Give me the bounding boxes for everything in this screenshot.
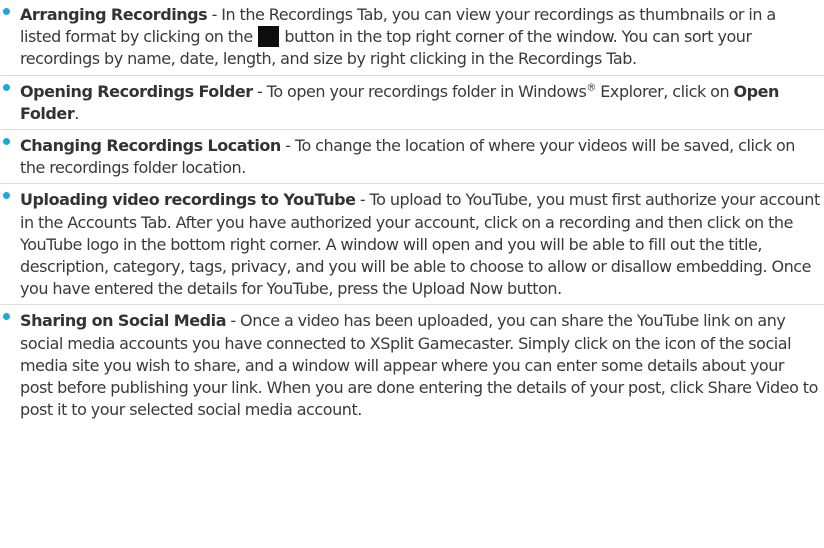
bullet-icon bbox=[3, 83, 10, 91]
view-toggle-icon bbox=[258, 26, 280, 48]
list-item-uploading-to-youtube: Uploading video recordings to YouTube - … bbox=[0, 184, 824, 306]
item-title: Uploading video recordings to YouTube bbox=[20, 190, 356, 210]
feature-bullet-list: Arranging Recordings - In the Recordings… bbox=[0, 0, 824, 425]
item-text: - To open your recordings folder in Wind… bbox=[252, 81, 587, 101]
document-page: Arranging Recordings - In the Recordings… bbox=[0, 0, 824, 425]
item-text: . bbox=[74, 103, 79, 123]
list-item-sharing-on-social-media: Sharing on Social Media - Once a video h… bbox=[0, 305, 824, 425]
bullet-icon bbox=[3, 192, 10, 200]
bullet-icon bbox=[3, 8, 10, 15]
list-item-opening-recordings-folder: Opening Recordings Folder - To open your… bbox=[0, 76, 824, 131]
list-item-changing-recordings-location: Changing Recordings Location - To change… bbox=[0, 130, 824, 185]
item-text: Explorer, click on bbox=[595, 81, 734, 101]
item-title: Sharing on Social Media bbox=[20, 311, 227, 331]
bullet-icon bbox=[3, 313, 10, 321]
item-title: Opening Recordings Folder bbox=[20, 81, 253, 101]
item-title: Changing Recordings Location bbox=[20, 136, 281, 156]
bullet-icon bbox=[3, 138, 10, 146]
list-item-arranging-recordings: Arranging Recordings - In the Recordings… bbox=[0, 0, 824, 76]
registered-mark: ® bbox=[586, 82, 596, 94]
item-title: Arranging Recordings bbox=[20, 5, 208, 24]
